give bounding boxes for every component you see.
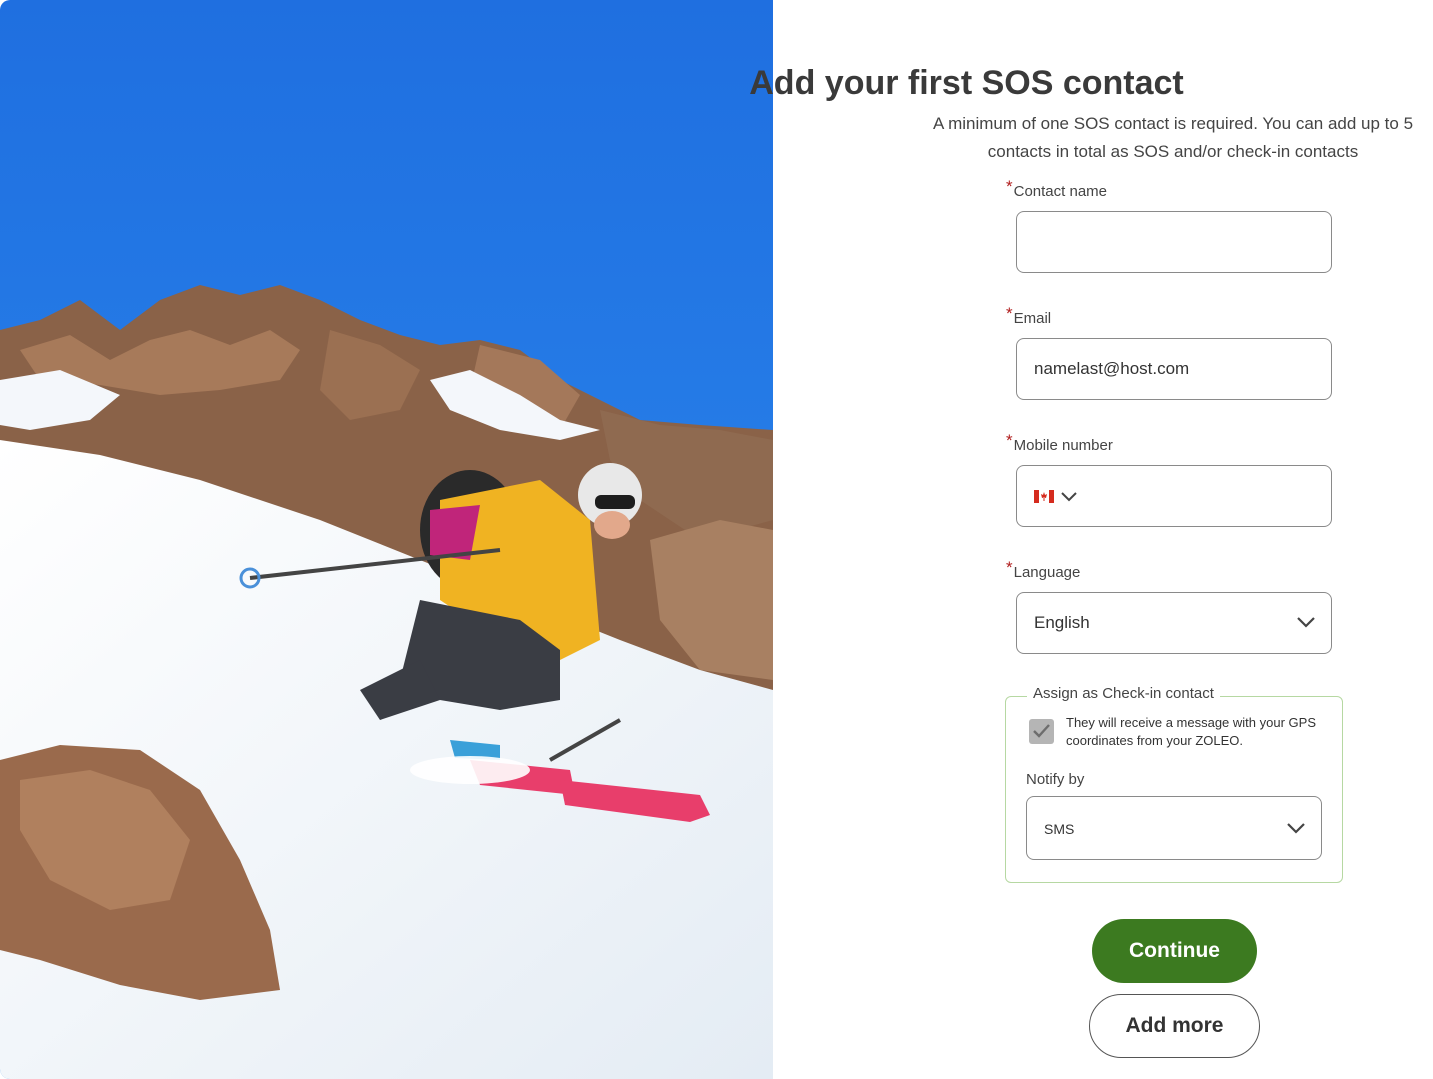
email-input[interactable] — [1017, 339, 1314, 399]
checkin-description: They will receive a message with your GP… — [1066, 715, 1316, 748]
notify-selected-value: SMS — [1044, 821, 1075, 837]
checkmark-icon — [1033, 724, 1050, 738]
page-subtitle: A minimum of one SOS contact is required… — [932, 114, 1414, 161]
hero-image — [0, 0, 773, 1079]
canada-flag-icon[interactable] — [1034, 490, 1054, 503]
contact-name-field[interactable] — [1016, 211, 1332, 273]
required-mark: * — [1006, 177, 1013, 196]
language-select[interactable]: English — [1016, 592, 1332, 654]
chevron-down-icon — [1297, 617, 1315, 628]
contact-name-input[interactable] — [1017, 212, 1314, 272]
mobile-field[interactable] — [1016, 465, 1332, 527]
required-mark: * — [1006, 431, 1013, 450]
language-selected-value: English — [1034, 613, 1090, 632]
contact-name-label: *Contact name — [1006, 177, 1108, 200]
checkin-checkbox[interactable] — [1029, 719, 1054, 744]
chevron-down-icon — [1287, 823, 1305, 834]
continue-button[interactable]: Continue — [1092, 919, 1257, 983]
contact-form-panel: Add your first SOS contact A minimum of … — [749, 0, 1433, 1079]
checkin-legend: Assign as Check-in contact — [1027, 685, 1220, 702]
required-mark: * — [1006, 304, 1013, 323]
required-mark: * — [1006, 558, 1013, 577]
mobile-label: *Mobile number — [1006, 431, 1113, 454]
email-field[interactable] — [1016, 338, 1332, 400]
notify-by-label: Notify by — [1026, 771, 1085, 788]
add-more-button[interactable]: Add more — [1089, 994, 1260, 1058]
notify-by-select[interactable]: SMS — [1026, 796, 1322, 860]
page-title: Add your first SOS contact — [749, 64, 1184, 102]
email-label: *Email — [1006, 304, 1052, 327]
chevron-down-icon[interactable] — [1061, 490, 1077, 503]
language-label: *Language — [1006, 558, 1081, 581]
